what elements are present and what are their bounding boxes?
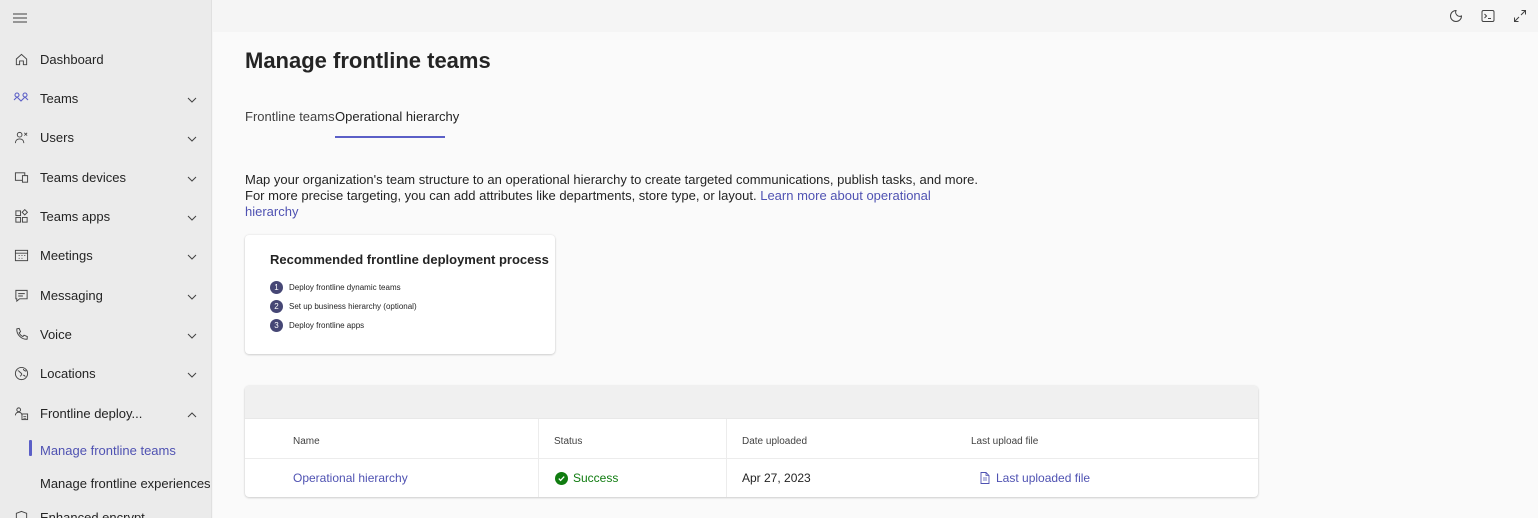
row-name-link[interactable]: Operational hierarchy [293, 471, 408, 485]
expand-icon[interactable] [1513, 9, 1527, 23]
step-item: 1 Deploy frontline dynamic teams [270, 280, 401, 294]
chevron-down-icon[interactable] [186, 368, 198, 380]
card-title: Recommended frontline deployment process [270, 252, 549, 267]
column-header-last-upload-file[interactable]: Last upload file [971, 436, 1038, 447]
sidebar-item-teams-apps[interactable]: Teams apps [0, 197, 211, 236]
page-description: Map your organization's team structure t… [245, 172, 985, 220]
sidebar-item-label: Frontline deploy... [40, 406, 143, 421]
frontline-icon [13, 406, 29, 422]
sidebar-subitem-label: Manage frontline teams [40, 442, 176, 458]
shield-icon [13, 510, 29, 518]
row-divider [245, 458, 1258, 459]
active-indicator [29, 440, 32, 456]
sidebar-item-label: Dashboard [40, 52, 104, 67]
sidebar-item-locations[interactable]: Locations [0, 354, 211, 393]
sidebar-item-teams[interactable]: Teams [0, 79, 211, 118]
terminal-icon[interactable] [1481, 9, 1495, 23]
sidebar-item-enhanced-encryption[interactable]: Enhanced encrypt... [0, 498, 211, 518]
main-content: Manage frontline teams Frontline teams O… [213, 32, 1538, 518]
sidebar-item-voice[interactable]: Voice [0, 315, 211, 354]
sidebar-subitem-manage-frontline-experiences[interactable]: Manage frontline experiences [0, 469, 211, 497]
sidebar-item-meetings[interactable]: Meetings [0, 236, 211, 275]
sidebar-subitem-label: Manage frontline experiences [40, 475, 211, 491]
step-number-badge: 2 [270, 299, 283, 313]
chevron-down-icon[interactable] [186, 93, 198, 105]
apps-icon [13, 209, 29, 225]
chevron-down-icon[interactable] [186, 290, 198, 302]
file-link-text: Last uploaded file [996, 471, 1091, 485]
globe-icon [13, 366, 29, 382]
sidebar-item-label: Voice [40, 327, 72, 342]
step-item: 2 Set up business hierarchy (optional) [270, 299, 417, 313]
sidebar-item-label: Messaging [40, 288, 103, 303]
sidebar-item-users[interactable]: Users [0, 118, 211, 157]
users-icon [13, 130, 29, 146]
active-tab-indicator [335, 136, 445, 138]
step-number-badge: 3 [270, 318, 283, 332]
step-number-badge: 1 [270, 280, 283, 294]
step-text: Deploy frontline apps [289, 320, 365, 330]
sidebar-item-frontline-deployment[interactable]: Frontline deploy... [0, 394, 211, 433]
sidebar-item-label: Teams apps [40, 209, 111, 224]
page-title: Manage frontline teams [245, 48, 491, 73]
step-item: 3 Deploy frontline apps [270, 318, 364, 332]
sidebar-subitem-manage-frontline-teams[interactable]: Manage frontline teams [0, 436, 211, 464]
chevron-down-icon[interactable] [186, 132, 198, 144]
deployment-process-card: Recommended frontline deployment process… [245, 235, 555, 354]
dark-mode-icon[interactable] [1449, 9, 1463, 23]
chevron-up-icon[interactable] [186, 408, 198, 420]
tab-frontline-teams[interactable]: Frontline teams [245, 109, 335, 124]
sidebar-item-teams-devices[interactable]: Teams devices [0, 158, 211, 197]
sidebar-item-label: Teams [40, 91, 79, 106]
sidebar-item-label: Users [40, 130, 74, 145]
sidebar-item-dashboard[interactable]: Dashboard [0, 40, 211, 79]
status-text: Success [573, 471, 619, 485]
table-toolbar [245, 386, 1258, 419]
devices-icon [13, 170, 29, 186]
sidebar-item-label: Enhanced encrypt... [40, 510, 156, 518]
step-text: Set up business hierarchy (optional) [289, 301, 417, 311]
success-check-icon [555, 471, 568, 485]
sidebar-item-label: Meetings [40, 248, 93, 263]
tab-operational-hierarchy[interactable]: Operational hierarchy [335, 109, 459, 124]
sidebar-item-label: Locations [40, 366, 96, 381]
sidebar-item-label: Teams devices [40, 170, 126, 185]
chevron-down-icon[interactable] [186, 250, 198, 262]
chat-icon [13, 288, 29, 304]
column-header-date-uploaded[interactable]: Date uploaded [742, 436, 807, 447]
row-last-upload-file[interactable]: Last uploaded file [980, 471, 1090, 485]
row-date-uploaded: Apr 27, 2023 [742, 471, 811, 485]
hamburger-menu-icon[interactable] [12, 10, 28, 26]
hierarchy-table: Name Status Date uploaded Last upload fi… [245, 386, 1258, 497]
chevron-down-icon[interactable] [186, 329, 198, 341]
chevron-down-icon[interactable] [186, 172, 198, 184]
top-bar [213, 0, 1538, 32]
teams-icon [13, 91, 29, 107]
sidebar-item-messaging[interactable]: Messaging [0, 276, 211, 315]
row-status: Success [555, 471, 618, 485]
sidebar-nav: Dashboard Teams Users Teams devices Team… [0, 0, 212, 518]
column-header-name[interactable]: Name [293, 436, 320, 447]
phone-icon [13, 327, 29, 343]
file-icon [980, 472, 990, 484]
column-header-status[interactable]: Status [554, 436, 582, 447]
chevron-down-icon[interactable] [186, 211, 198, 223]
calendar-icon [13, 248, 29, 264]
home-icon [13, 52, 29, 68]
step-text: Deploy frontline dynamic teams [289, 282, 401, 292]
